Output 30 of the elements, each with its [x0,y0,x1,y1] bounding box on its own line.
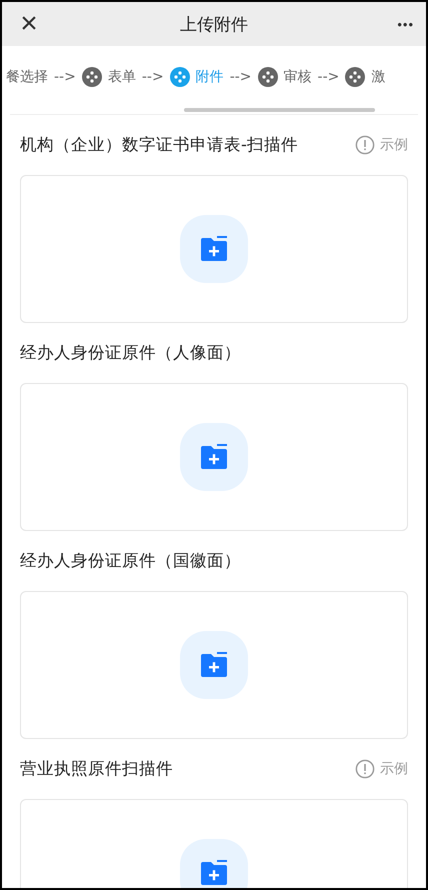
step-label[interactable]: 激 [371,68,386,86]
more-button[interactable]: ••• [384,16,414,32]
step-arrow: --> [54,69,76,85]
step-label[interactable]: 餐选择 [6,68,48,86]
step-arrow: --> [142,69,164,85]
upload-button[interactable] [180,839,248,888]
folder-add-icon [199,236,229,262]
step-dot-icon [170,67,190,87]
step-dot-icon [82,67,102,87]
section-title: 经办人身份证原件（国徽面） [20,550,241,572]
folder-add-icon [199,860,229,886]
upload-button[interactable] [180,423,248,491]
upload-button[interactable] [180,215,248,283]
step-dot-icon [345,67,366,87]
section-title: 营业执照原件扫描件 [20,758,173,780]
close-button[interactable]: × [14,9,44,39]
step-label[interactable]: 审核 [284,68,312,86]
upload-button[interactable] [180,631,248,699]
step-label[interactable]: 表单 [108,68,136,86]
info-icon [355,759,375,779]
folder-add-icon [199,652,229,678]
step-dot-icon [258,67,278,87]
page-title: 上传附件 [180,14,248,36]
step-label[interactable]: 附件 [196,68,224,86]
section-title: 经办人身份证原件（人像面） [20,342,241,364]
step-arrow: --> [318,69,340,85]
folder-add-icon [199,444,229,470]
section-title: 机构（企业）数字证书申请表-扫描件 [20,134,298,156]
info-icon [355,135,375,155]
step-arrow: --> [230,69,252,85]
